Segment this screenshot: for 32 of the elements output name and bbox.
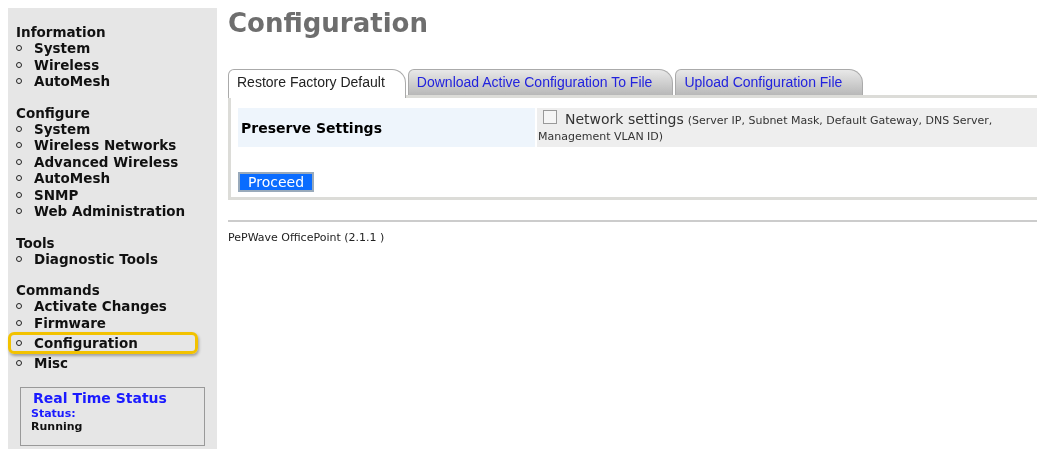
option-detail: (Server IP, Subnet Mask, Default Gateway, DNS Server, <box>687 113 993 129</box>
status-value: Running <box>31 419 84 433</box>
nav-link[interactable]: System <box>12 120 202 137</box>
page-title: Configuration <box>228 8 429 38</box>
nav-link[interactable]: Configuration <box>8 332 198 354</box>
nav-link[interactable]: AutoMesh <box>12 73 202 90</box>
nav-link[interactable]: SNMP <box>12 186 202 203</box>
nav-link[interactable]: System <box>12 40 202 57</box>
section-heading: Configure <box>16 104 91 121</box>
nav-link[interactable]: Activate Changes <box>12 298 202 315</box>
section-heading: Commands <box>16 282 101 298</box>
option-label: Network settings <box>565 111 684 127</box>
section-heading: Tools <box>16 234 56 251</box>
tab[interactable]: Upload Configuration File <box>675 69 864 95</box>
section-heading: Information <box>16 24 107 40</box>
proceed-button[interactable]: Proceed <box>238 172 315 192</box>
nav-link[interactable]: Advanced Wireless <box>12 153 202 170</box>
nav-link[interactable]: Firmware <box>12 314 202 331</box>
option-detail: Management VLAN ID) <box>538 129 664 145</box>
nav-link[interactable]: Web Administration <box>12 203 202 220</box>
status-panel-title: Real Time Status <box>31 389 169 406</box>
nav-link[interactable]: Wireless Networks <box>12 137 202 154</box>
nav-link[interactable]: Diagnostic Tools <box>12 250 202 267</box>
nav-link[interactable]: Misc <box>12 355 202 372</box>
field-label: Preserve Settings <box>238 108 535 147</box>
nav-link[interactable]: AutoMesh <box>12 170 202 187</box>
nav-link[interactable]: Wireless <box>12 56 202 73</box>
tab[interactable]: Download Active Configuration To File <box>407 69 674 95</box>
footer-text: PePWave OfficePoint (2.1.1 ) <box>228 231 386 244</box>
status-label: Status: <box>31 406 77 420</box>
tab[interactable]: Restore Factory Default <box>228 69 406 98</box>
checkbox[interactable] <box>543 110 557 124</box>
